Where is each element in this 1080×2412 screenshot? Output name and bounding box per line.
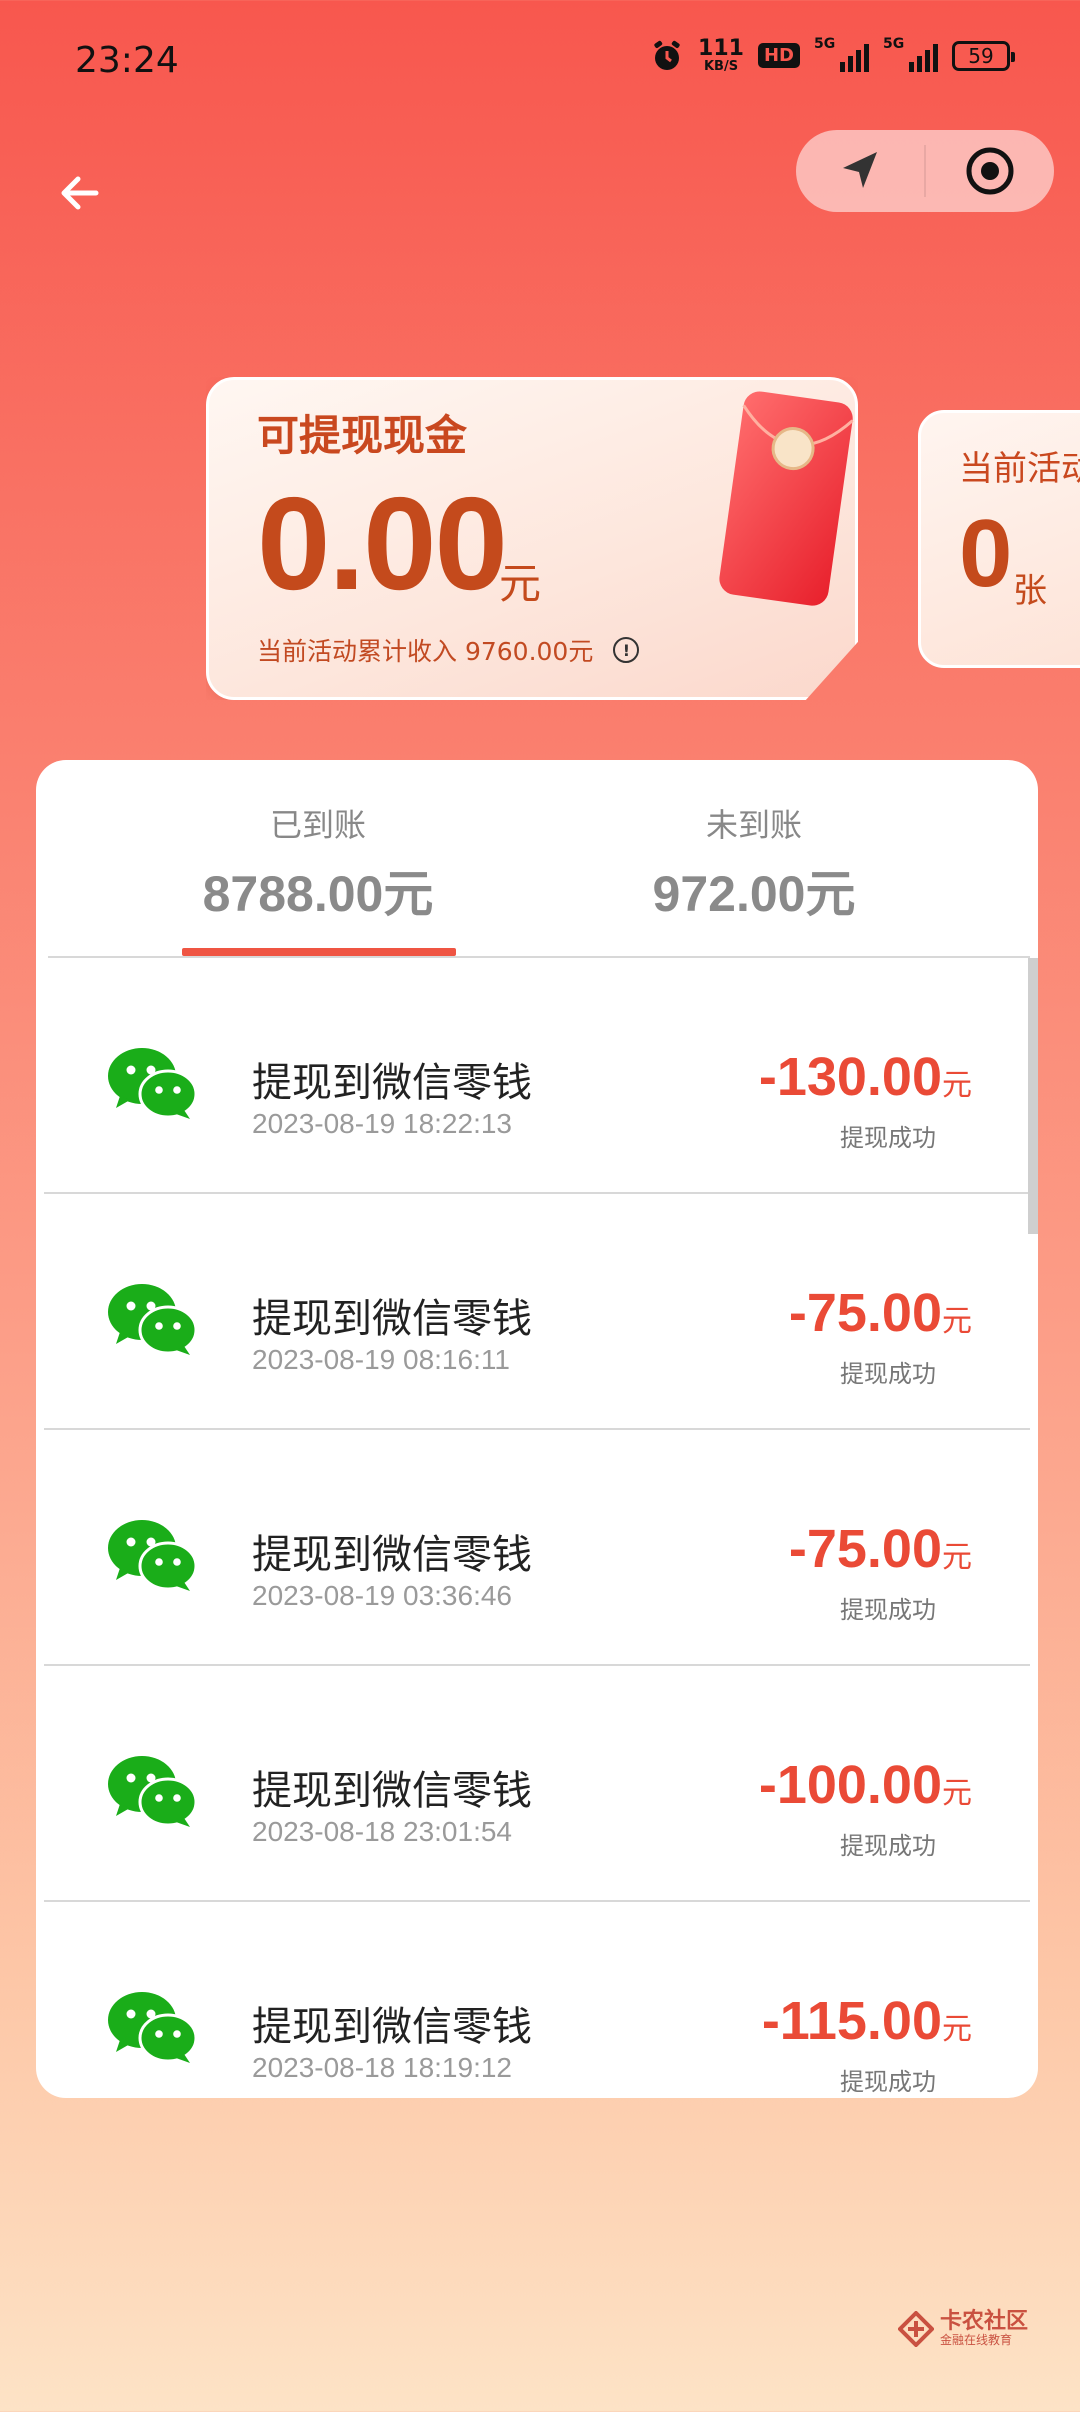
tab-received[interactable]: 已到账 8788.00元 [168, 800, 468, 926]
target-icon [966, 147, 1014, 195]
tab-pending-amount: 972.00元 [652, 866, 856, 922]
record-status: 提现成功 [840, 1832, 936, 1860]
net-speed-unit: KB/S [703, 59, 739, 74]
list-item[interactable]: 提现到微信零钱 2023-08-19 03:36:46 -75.00元 提现成功 [36, 1430, 1038, 1666]
ticket-unit: 张 [1013, 571, 1047, 611]
list-item[interactable]: 提现到微信零钱 2023-08-18 18:19:12 -115.00元 提现成… [36, 1902, 1038, 2098]
active-tab-indicator [182, 948, 456, 956]
record-amount-value: -100.00 [758, 1755, 942, 1815]
tab-pending[interactable]: 未到账 972.00元 [604, 800, 904, 926]
info-icon[interactable]: ! [613, 637, 640, 663]
cumulative-income: 当前活动累计收入 9760.00元 ! [257, 632, 640, 668]
sim1-label: 5G [814, 35, 836, 52]
activity-ticket-card[interactable]: 当前活动 0 张 [918, 410, 1080, 668]
record-status: 提现成功 [840, 1124, 936, 1152]
record-amount-unit: 元 [942, 1069, 972, 1102]
tab-received-amount: 8788.00元 [202, 866, 434, 922]
cumulative-income-text: 当前活动累计收入 9760.00元 [257, 637, 594, 666]
record-status: 提现成功 [840, 2068, 936, 2096]
mini-program-capsule [796, 130, 1054, 212]
net-speed-value: 111 [698, 36, 744, 61]
kanong-logo-icon [898, 2310, 934, 2347]
back-button[interactable] [50, 163, 110, 223]
battery-icon: 59 [952, 40, 1015, 71]
record-tabs: 已到账 8788.00元 未到账 972.00元 [36, 760, 1038, 956]
list-item[interactable]: 提现到微信零钱 2023-08-18 23:01:54 -100.00元 提现成… [36, 1666, 1038, 1902]
status-time: 23:24 [75, 40, 179, 81]
record-time: 2023-08-18 23:01:54 [252, 1816, 512, 1847]
record-title: 提现到微信零钱 [252, 1296, 532, 1342]
record-status: 提现成功 [840, 1360, 936, 1388]
wechat-icon [108, 1992, 198, 2063]
sim2-label: 5G [883, 35, 905, 52]
ticket-card-title: 当前活动 [959, 449, 1080, 489]
hd-badge: HD [757, 43, 800, 68]
alarm-icon [654, 40, 680, 70]
record-title: 提现到微信零钱 [252, 2004, 532, 2050]
record-title: 提现到微信零钱 [252, 1768, 532, 1814]
cash-card-title: 可提现现金 [257, 411, 468, 460]
wechat-icon [108, 1284, 198, 1355]
record-amount: -75.00元 [789, 1282, 972, 1344]
list-item[interactable]: 提现到微信零钱 2023-08-19 08:16:11 -75.00元 提现成功 [36, 1194, 1038, 1430]
record-amount: -130.00元 [759, 1046, 972, 1108]
record-amount: -115.00元 [762, 1990, 972, 2052]
record-amount-value: -75.00 [788, 1519, 942, 1579]
signal-sim2-icon: 5G [883, 36, 938, 72]
record-amount-unit: 元 [942, 2013, 972, 2046]
record-title: 提现到微信零钱 [252, 1060, 532, 1106]
record-amount: -100.00元 [759, 1754, 972, 1816]
record-amount-unit: 元 [942, 1305, 972, 1338]
record-time: 2023-08-18 18:19:12 [252, 2052, 512, 2083]
navigation-arrow-icon [843, 152, 877, 188]
close-miniprogram-button[interactable] [926, 130, 1054, 212]
record-amount-unit: 元 [942, 1777, 972, 1810]
cash-unit: 元 [499, 559, 542, 608]
status-bar: 23:24 111 KB/S HD 5G 5G 59 [0, 0, 1080, 120]
record-amount: -75.00元 [789, 1518, 972, 1580]
wechat-icon [108, 1756, 198, 1827]
red-envelope-icon [719, 391, 854, 606]
location-button[interactable] [796, 130, 924, 212]
record-amount-value: -115.00 [761, 1991, 942, 2051]
record-status: 提现成功 [840, 1596, 936, 1624]
watermark-logo: 卡农社区 金融在线教育 [898, 2309, 1029, 2348]
record-title: 提现到微信零钱 [252, 1532, 532, 1578]
signal-sim1-icon: 5G [814, 36, 869, 72]
record-list: 提现到微信零钱 2023-08-19 18:22:13 -130.00元 提现成… [36, 958, 1038, 2098]
ticket-count: 0 [959, 500, 1013, 607]
watermark-slogan: 金融在线教育 [940, 2333, 1013, 2348]
tab-pending-label: 未到账 [705, 806, 802, 844]
record-amount-value: -75.00 [788, 1283, 942, 1343]
record-time: 2023-08-19 08:16:11 [252, 1344, 510, 1375]
status-icons: 111 KB/S HD 5G 5G 59 [650, 36, 1015, 74]
arrow-left-icon [61, 176, 99, 210]
list-item[interactable]: 提现到微信零钱 2023-08-19 18:22:13 -130.00元 提现成… [36, 958, 1038, 1194]
tab-received-label: 已到账 [269, 806, 366, 844]
withdrawal-records-panel: 已到账 8788.00元 未到账 972.00元 提现到微信零钱 2023-08… [36, 760, 1038, 2098]
cash-amount: 0.00 [257, 470, 508, 617]
record-time: 2023-08-19 03:36:46 [252, 1580, 512, 1611]
wechat-icon [108, 1520, 198, 1591]
list-scrollbar[interactable] [1028, 958, 1038, 1234]
record-amount-value: -130.00 [758, 1047, 942, 1107]
record-amount-unit: 元 [942, 1541, 972, 1574]
wechat-icon [108, 1048, 198, 1119]
watermark-name: 卡农社区 [940, 2309, 1029, 2334]
battery-level: 59 [968, 43, 994, 68]
network-speed: 111 KB/S [698, 36, 744, 74]
record-time: 2023-08-19 18:22:13 [252, 1108, 512, 1139]
